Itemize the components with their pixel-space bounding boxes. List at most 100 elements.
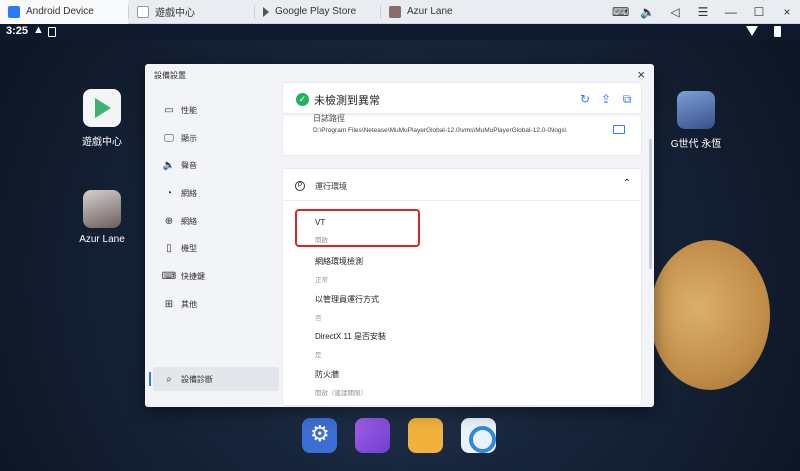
keyboard-icon[interactable]: ⌨ bbox=[612, 5, 629, 19]
sidebar-item-shortcuts[interactable]: ⌨ 快捷鍵 bbox=[153, 264, 279, 288]
keyboard-icon: ⌨ bbox=[161, 270, 177, 282]
tab-bar: Android Device 遊戲中心 Google Play Store Az… bbox=[0, 0, 800, 24]
sidebar-item-other[interactable]: ⊞ 其他 bbox=[153, 292, 279, 316]
diagnosis-panel: ✓ 未檢測到異常 ↻ ⇪ ⧉ 日誌路徑 D:\Program Files\Net… bbox=[282, 80, 642, 407]
env-item-value: 開啟 bbox=[315, 237, 328, 244]
play-store-icon bbox=[263, 6, 269, 17]
sidebar-item-label: 設備診斷 bbox=[181, 374, 213, 384]
sidebar-item-network[interactable]: ⊕ 網絡 bbox=[153, 209, 279, 233]
tab-label: Android Device bbox=[26, 6, 94, 17]
env-item-value: 是 bbox=[315, 352, 322, 359]
env-icon: P bbox=[295, 181, 305, 191]
app-g-generation[interactable]: G世代 永恆 bbox=[666, 91, 726, 150]
env-item-firewall: 防火牆 開啟（建議關閉） bbox=[315, 369, 615, 397]
export-icon[interactable]: ⇪ bbox=[600, 92, 612, 107]
env-item-name: 防火牆 bbox=[315, 370, 339, 379]
sidebar-item-display[interactable]: 🖵 顯示 bbox=[153, 126, 279, 150]
sidebar-item-label: 機型 bbox=[181, 243, 197, 253]
content-scrollbar[interactable] bbox=[649, 139, 652, 269]
menu-icon[interactable]: ☰ bbox=[696, 5, 710, 19]
env-item-value: 否 bbox=[315, 315, 322, 322]
settings-icon[interactable] bbox=[302, 418, 337, 453]
settings-sidebar: ▭ 性能 🖵 顯示 🔈 聲音 ◔ 網絡 ⊕ 網絡 ▯ 機型 ⌨ 快捷鍵 ⊞ 其他… bbox=[149, 92, 283, 402]
close-icon[interactable]: × bbox=[780, 5, 794, 19]
sidebar-item-diagnosis[interactable]: ⌕ 設備診斷 bbox=[149, 367, 279, 391]
sidebar-item-label: 快捷鍵 bbox=[181, 271, 205, 281]
grid-icon: ⊞ bbox=[164, 298, 174, 310]
play-store-icon bbox=[83, 89, 121, 127]
android-status-bar: 3:25 ▲ bbox=[0, 24, 800, 40]
tab-android-device[interactable]: Android Device bbox=[0, 0, 128, 24]
app-game-center[interactable]: 遊戲中心 bbox=[72, 89, 132, 148]
speaker-icon: 🔈 bbox=[162, 159, 176, 171]
runtime-env-card: P 運行環境 ⌃ VT 開啟 網絡環境檢測 正常 以管理員運行方式 否 Dire… bbox=[282, 168, 642, 406]
monitor-icon: ▭ bbox=[164, 104, 174, 116]
chart-icon: ◔ bbox=[165, 187, 173, 199]
warning-icon: ▲ bbox=[33, 24, 44, 36]
app-label: G世代 永恆 bbox=[670, 139, 722, 150]
env-item-network-check: 網絡環境檢測 正常 bbox=[315, 256, 615, 284]
diagnosis-icon: ⌕ bbox=[166, 373, 172, 385]
sidebar-item-label: 網絡 bbox=[181, 216, 197, 226]
sidebar-item-cpu[interactable]: ◔ 網絡 bbox=[153, 181, 279, 205]
log-path-label: 日誌路徑 bbox=[313, 114, 345, 123]
env-item-name: VT bbox=[315, 218, 326, 227]
app-azur-lane[interactable]: Azur Lane bbox=[72, 190, 132, 245]
minimize-icon[interactable]: — bbox=[724, 5, 738, 19]
dialog-title: 設備設置 bbox=[154, 71, 186, 80]
runtime-env-title: 運行環境 bbox=[315, 182, 347, 191]
sim-icon bbox=[48, 27, 56, 37]
env-item-directx: DirectX 11 是否安裝 是 bbox=[315, 331, 615, 359]
refresh-icon[interactable]: ↻ bbox=[579, 92, 591, 107]
sidebar-item-label: 聲音 bbox=[181, 160, 197, 170]
maximize-icon[interactable]: ☐ bbox=[752, 5, 766, 19]
sidebar-item-label: 顯示 bbox=[181, 133, 197, 143]
folder-icon[interactable] bbox=[613, 125, 625, 134]
wallpaper-moon bbox=[650, 240, 770, 390]
tab-google-play-store[interactable]: Google Play Store bbox=[255, 0, 380, 24]
dock bbox=[302, 418, 496, 453]
tab-game-center[interactable]: 遊戲中心 bbox=[129, 0, 254, 24]
env-item-name: 網絡環境檢測 bbox=[315, 257, 363, 266]
display-icon: 🖵 bbox=[164, 132, 174, 144]
check-shield-icon: ✓ bbox=[296, 93, 309, 106]
copy-icon[interactable]: ⧉ bbox=[621, 92, 633, 107]
game-icon bbox=[389, 5, 401, 18]
env-item-name: 以管理員運行方式 bbox=[315, 295, 379, 304]
sidebar-item-sound[interactable]: 🔈 聲音 bbox=[153, 153, 279, 177]
files-icon[interactable] bbox=[408, 418, 443, 453]
phone-icon: ▯ bbox=[166, 242, 172, 254]
env-item-name: DirectX 11 是否安裝 bbox=[315, 332, 386, 341]
volume-icon[interactable]: 🔈 bbox=[640, 5, 655, 19]
chevron-up-icon[interactable]: ⌃ bbox=[623, 178, 631, 189]
tab-azur-lane[interactable]: Azur Lane bbox=[381, 0, 506, 24]
sidebar-item-label: 其他 bbox=[181, 299, 197, 309]
battery-icon bbox=[774, 26, 781, 37]
back-icon[interactable]: ◁ bbox=[668, 5, 682, 19]
tab-label: 遊戲中心 bbox=[155, 8, 195, 19]
tab-label: Azur Lane bbox=[407, 6, 453, 17]
sidebar-item-performance[interactable]: ▭ 性能 bbox=[153, 98, 279, 122]
window-controls: ⌨ 🔈 ◁ ☰ — ☐ × bbox=[612, 0, 794, 24]
gundam-icon bbox=[677, 91, 715, 129]
globe-icon: ⊕ bbox=[164, 215, 174, 227]
diagnosis-status-text: 未檢測到異常 bbox=[314, 95, 380, 107]
diagnosis-status-card: ✓ 未檢測到異常 ↻ ⇪ ⧉ bbox=[282, 82, 642, 114]
browser-icon[interactable] bbox=[461, 418, 496, 453]
diagnosis-actions: ↻ ⇪ ⧉ bbox=[579, 92, 633, 107]
gallery-icon[interactable] bbox=[355, 418, 390, 453]
device-settings-dialog: 設備設置 × ▭ 性能 🖵 顯示 🔈 聲音 ◔ 網絡 ⊕ 網絡 ▯ 機型 ⌨ 快… bbox=[145, 64, 654, 407]
status-time: 3:25 bbox=[6, 25, 29, 37]
sidebar-item-model[interactable]: ▯ 機型 bbox=[153, 236, 279, 260]
window-icon bbox=[137, 5, 149, 18]
log-path-card: 日誌路徑 D:\Program Files\Netease\MuMuPlayer… bbox=[282, 114, 642, 156]
env-item-admin-mode: 以管理員運行方式 否 bbox=[315, 294, 615, 322]
sidebar-item-label: 網絡 bbox=[181, 188, 197, 198]
app-label: Azur Lane bbox=[79, 234, 125, 245]
runtime-env-header[interactable]: P 運行環境 ⌃ bbox=[283, 169, 641, 201]
active-indicator bbox=[149, 372, 151, 386]
log-path-value: D:\Program Files\Netease\MuMuPlayerGloba… bbox=[313, 127, 567, 134]
sidebar-item-label: 性能 bbox=[181, 105, 197, 115]
env-item-value: 開啟（建議關閉） bbox=[315, 390, 367, 397]
env-item-value: 正常 bbox=[315, 277, 328, 284]
